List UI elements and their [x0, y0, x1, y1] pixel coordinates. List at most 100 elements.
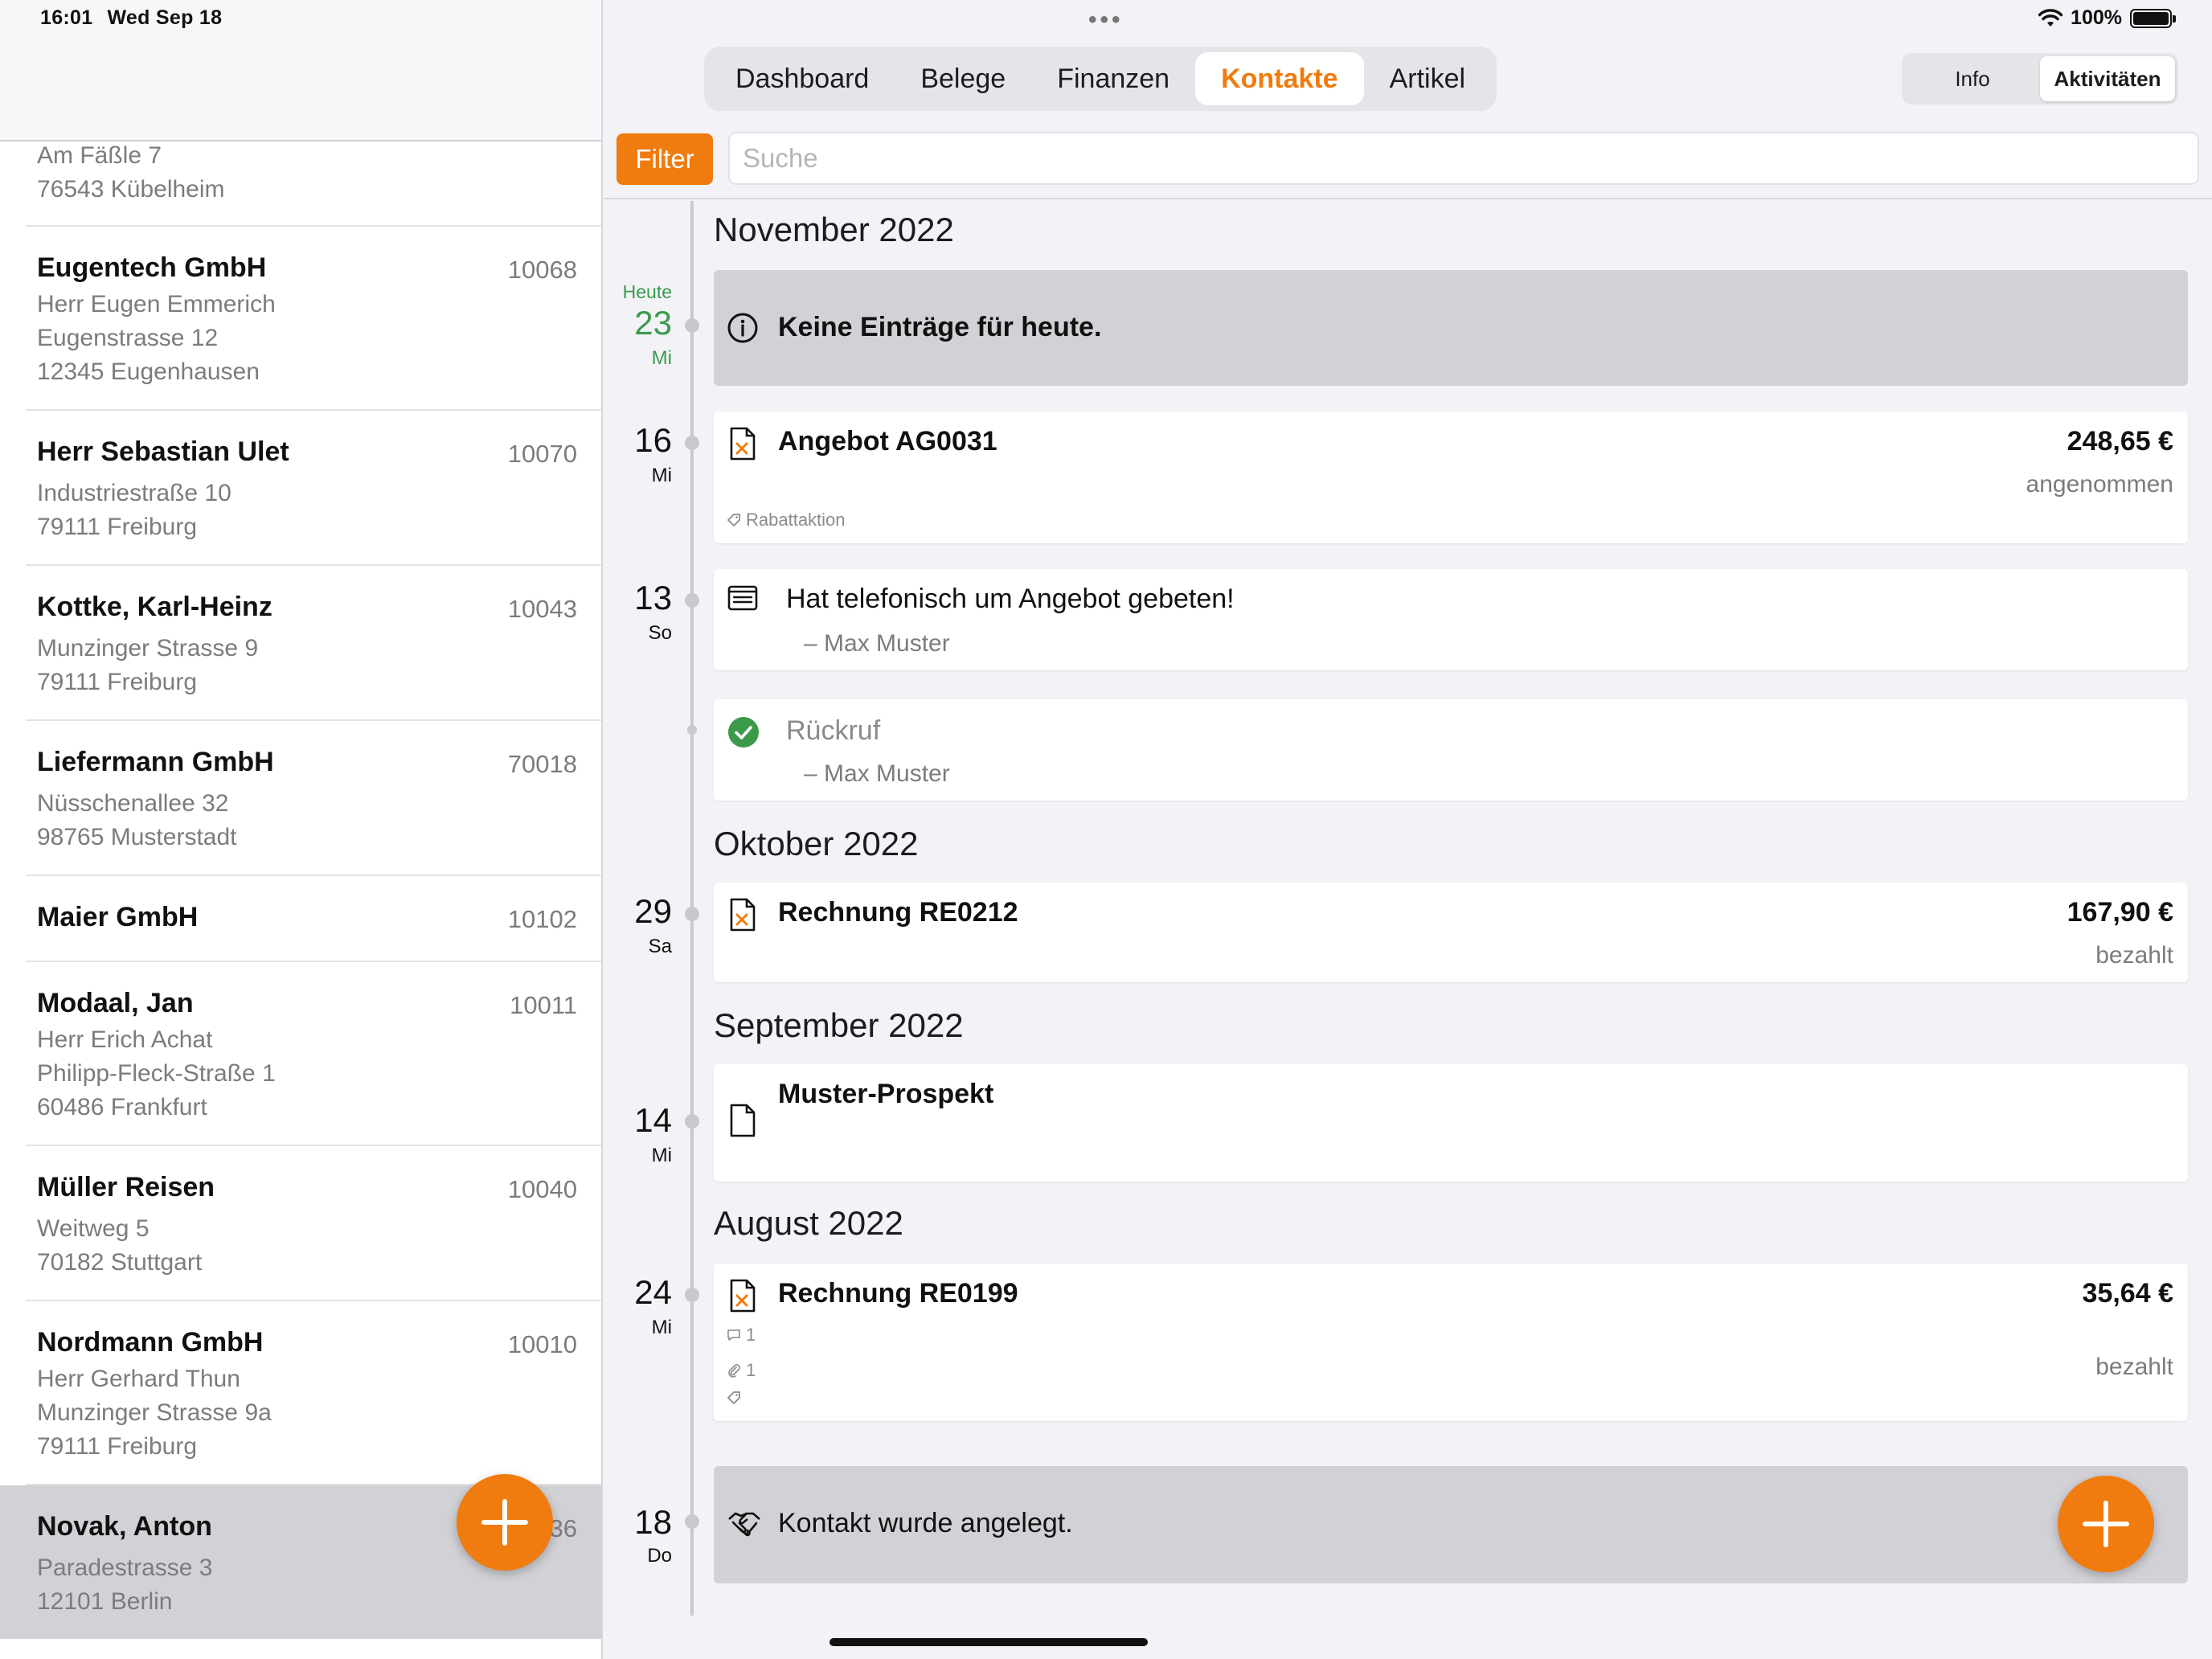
month-header: November 2022 [714, 211, 954, 248]
list-item[interactable]: Müller Reisen 10040 Weitweg 5 70182 Stut… [26, 1146, 601, 1301]
no-entries-card: Keine Einträge für heute. [714, 270, 2188, 386]
date-weekday: Mi [651, 1145, 672, 1166]
contact-name: Modaal, Jan [37, 988, 194, 1018]
wifi-icon [2038, 8, 2063, 27]
contact-number: 10040 [507, 1175, 577, 1203]
date-day: 13 [634, 579, 672, 616]
document-x-icon [730, 898, 756, 932]
activity-card-document[interactable]: Muster-Prospekt [714, 1064, 2188, 1182]
contact-name: Liefermann GmbH [37, 747, 274, 777]
date-day: 24 [634, 1273, 672, 1311]
list-item[interactable]: Kottke, Karl-Heinz 10043 Munzinger Stras… [26, 566, 601, 721]
contact-number: 10011 [510, 991, 577, 1019]
detail-pane: Dashboard Belege Finanzen Kontakte Artik… [604, 0, 2212, 1659]
battery-icon [2130, 8, 2176, 28]
contact-number: 10043 [507, 595, 577, 623]
contact-name: Herr Sebastian Ulet [37, 436, 289, 467]
info-icon [727, 313, 758, 343]
segment-activities[interactable]: Aktivitäten [2040, 56, 2175, 101]
plus-icon [2083, 1501, 2129, 1547]
contact-name: Eugentech GmbH [37, 252, 267, 283]
note-icon [727, 585, 758, 611]
activity-card-callback[interactable]: Rückruf – Max Muster [714, 699, 2188, 801]
comment-icon [727, 1329, 740, 1341]
date-weekday: Sa [648, 936, 672, 957]
timeline-dot [685, 593, 699, 608]
contact-number: 10102 [507, 905, 577, 933]
date-day: 14 [634, 1101, 672, 1139]
paperclip-icon [728, 1364, 740, 1378]
view-segmented-control: Info Aktivitäten [1902, 53, 2178, 104]
contact-list-pane: Am Fäßle 7 76543 Kübelheim Eugentech Gmb… [0, 0, 603, 1659]
tab-artikel[interactable]: Artikel [1364, 52, 1491, 105]
date-weekday: Mi [651, 1317, 672, 1338]
status-right: 100% [2038, 6, 2176, 30]
date-weekday: Do [647, 1545, 672, 1567]
list-item[interactable]: Herr Sebastian Ulet 10070 Industriestraß… [26, 411, 601, 566]
list-item[interactable]: Maier GmbH 10102 [26, 876, 601, 962]
timeline-dot [685, 907, 699, 921]
month-header: September 2022 [714, 1006, 964, 1044]
tab-belege[interactable]: Belege [895, 52, 1031, 105]
multitasking-dots[interactable]: ••• [1088, 6, 1124, 34]
month-header: August 2022 [714, 1204, 903, 1242]
comment-count: 1 [727, 1325, 756, 1346]
date-day: 18 [634, 1503, 672, 1541]
battery-percent: 100% [2071, 6, 2122, 29]
list-item[interactable]: Am Fäßle 7 76543 Kübelheim [26, 141, 601, 227]
contact-name: Kottke, Karl-Heinz [37, 592, 272, 622]
status-time: 16:01 Wed Sep 18 [40, 6, 223, 29]
status-bar: 16:01 Wed Sep 18 ••• 100% [0, 0, 2212, 40]
segment-info[interactable]: Info [1905, 56, 2040, 101]
document-x-icon [730, 1279, 756, 1313]
list-item[interactable]: Liefermann GmbH 70018 Nüsschenallee 32 9… [26, 721, 601, 876]
document-x-icon [730, 427, 756, 461]
tab-dashboard[interactable]: Dashboard [710, 52, 895, 105]
month-header: Oktober 2022 [714, 825, 919, 862]
contact-number: 10070 [507, 440, 577, 468]
contact-list[interactable]: Am Fäßle 7 76543 Kübelheim Eugentech Gmb… [0, 141, 601, 1639]
contact-name: Nordmann GmbH [37, 1327, 264, 1358]
list-item[interactable]: Eugentech GmbH 10068 Herr Eugen Emmerich… [26, 227, 601, 411]
timeline-dot [685, 1114, 699, 1129]
tab-kontakte[interactable]: Kontakte [1195, 52, 1364, 105]
attachment-count: 1 [727, 1360, 756, 1381]
timeline-dot [687, 725, 697, 735]
list-item[interactable]: Nordmann GmbH 10010 Herr Gerhard Thun Mu… [26, 1301, 601, 1485]
divider [604, 198, 2212, 199]
contact-number: 70018 [507, 750, 577, 778]
timeline-dot [685, 1514, 699, 1529]
tag-icon [727, 1391, 740, 1404]
activity-card-invoice[interactable]: Rechnung RE0199 35,64 € bezahlt 1 1 [714, 1264, 2188, 1421]
plus-icon [481, 1499, 528, 1546]
date-weekday: Mi [651, 347, 672, 369]
activity-card-invoice[interactable]: Rechnung RE0212 167,90 € bezahlt [714, 883, 2188, 982]
handshake-icon [728, 1512, 760, 1537]
filter-button[interactable]: Filter [616, 133, 713, 185]
add-activity-button[interactable] [2058, 1476, 2154, 1572]
contact-created-card: Kontakt wurde angelegt. [714, 1466, 2188, 1583]
timeline-dot [685, 1288, 699, 1302]
document-icon [730, 1104, 756, 1137]
tag: Rabattaktion [727, 510, 846, 530]
contact-name: Müller Reisen [37, 1172, 215, 1202]
tag [727, 1391, 741, 1405]
status-date: Wed Sep 18 [107, 6, 223, 29]
contact-number: 10010 [507, 1330, 577, 1358]
tag-icon [727, 514, 740, 526]
date-day: 23 [634, 304, 672, 342]
search-input[interactable]: Suche [728, 132, 2199, 185]
timeline-dot [685, 318, 699, 333]
activity-card-note[interactable]: Hat telefonisch um Angebot gebeten! – Ma… [714, 569, 2188, 670]
list-item[interactable]: Modaal, Jan 10011 Herr Erich Achat Phili… [26, 962, 601, 1146]
date-day: 16 [634, 421, 672, 459]
check-circle-icon [728, 717, 759, 748]
main-tabs: Dashboard Belege Finanzen Kontakte Artik… [704, 47, 1497, 111]
timeline-dot [685, 436, 699, 450]
activity-card-offer[interactable]: Angebot AG0031 248,65 € angenommen Rabat… [714, 412, 2188, 543]
tab-finanzen[interactable]: Finanzen [1031, 52, 1195, 105]
add-contact-button[interactable] [457, 1474, 553, 1571]
home-indicator[interactable] [830, 1638, 1148, 1646]
date-day: 29 [634, 892, 672, 930]
contact-name: Maier GmbH [37, 902, 199, 932]
